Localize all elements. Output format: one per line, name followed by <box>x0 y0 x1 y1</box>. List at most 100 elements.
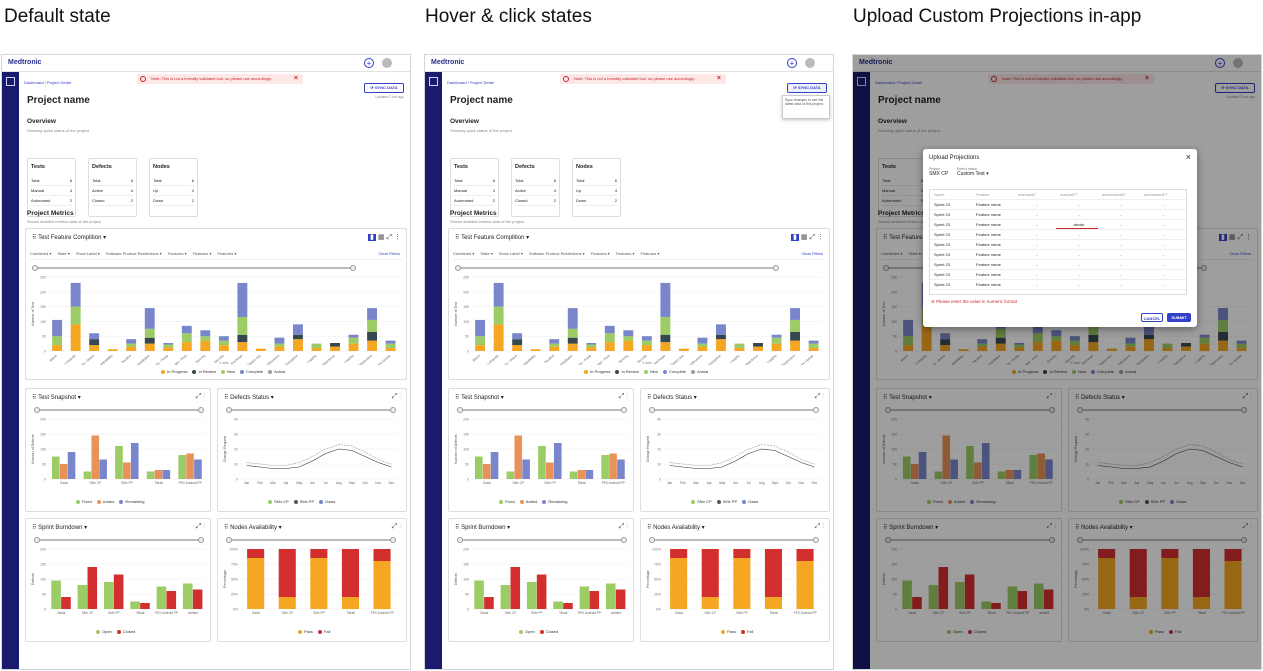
bar[interactable] <box>144 337 155 344</box>
bar[interactable] <box>181 342 192 351</box>
metric-select[interactable]: Select metric Custom Test ▾ <box>957 167 989 177</box>
filter-dropdown[interactable]: Show Label ▾ <box>499 251 523 256</box>
more-icon[interactable]: ⋮ <box>626 393 628 400</box>
panel-title[interactable]: ⠿ Defects Status ▾ <box>647 394 697 401</box>
bar[interactable] <box>70 282 81 307</box>
legend-item[interactable]: In Review <box>610 369 639 374</box>
dashboard-icon[interactable] <box>6 77 15 86</box>
bar[interactable] <box>255 348 266 351</box>
bar[interactable] <box>641 345 652 351</box>
legend-item[interactable]: In Progress <box>156 369 187 374</box>
bar[interactable] <box>348 343 359 351</box>
filter-dropdown[interactable]: Software Product Restrictions ▾ <box>106 251 162 256</box>
bar[interactable] <box>512 345 523 351</box>
bar[interactable] <box>200 340 211 351</box>
bar[interactable] <box>293 324 303 335</box>
bar[interactable] <box>530 349 541 351</box>
bar[interactable] <box>144 328 155 338</box>
breadcrumb[interactable]: Dashboard / Project Detail <box>447 80 494 85</box>
bar[interactable] <box>771 337 782 344</box>
close-icon[interactable]: × <box>1186 152 1191 162</box>
value-cell[interactable]: - <box>1014 240 1056 249</box>
bar-chart-icon[interactable]: ▮ <box>368 234 376 241</box>
bar[interactable] <box>553 443 562 479</box>
expand-icon[interactable]: ⤢ <box>196 393 202 400</box>
bar[interactable] <box>660 282 671 317</box>
slider-knob[interactable] <box>621 407 627 413</box>
slider-knob[interactable] <box>457 537 463 543</box>
bar[interactable] <box>311 343 322 349</box>
bar[interactable] <box>734 343 745 349</box>
bar[interactable] <box>247 558 265 609</box>
bar[interactable] <box>341 549 359 597</box>
value-cell[interactable]: - <box>1098 240 1140 249</box>
value-cell[interactable]: - <box>1140 240 1182 249</box>
legend-item[interactable]: Complete <box>658 369 686 374</box>
slider-knob[interactable] <box>773 265 779 271</box>
value-cell[interactable]: - <box>1140 230 1182 239</box>
bar[interactable] <box>144 308 155 329</box>
bar[interactable] <box>474 580 484 610</box>
more-icon[interactable]: ⋮ <box>203 523 205 530</box>
filter-dropdown[interactable]: Software Product Restrictions ▾ <box>529 251 585 256</box>
value-cell[interactable]: - <box>1098 250 1140 259</box>
slider-knob[interactable] <box>226 407 232 413</box>
legend-item[interactable]: New <box>216 369 235 374</box>
expand-icon[interactable]: ⤢ <box>386 234 392 241</box>
bar[interactable] <box>615 589 626 610</box>
legend-item[interactable]: Remaining <box>537 499 567 504</box>
bar[interactable] <box>330 343 340 347</box>
clear-filters-link[interactable]: Clear Filters <box>378 251 400 256</box>
expand-icon[interactable]: ⤢ <box>619 393 625 400</box>
bar[interactable] <box>130 601 140 610</box>
range-slider[interactable] <box>32 265 356 271</box>
bar[interactable] <box>70 306 81 325</box>
slider-knob[interactable] <box>813 407 819 413</box>
bar[interactable] <box>70 324 81 351</box>
legend-item[interactable]: Added <box>515 499 537 504</box>
legend-item[interactable]: SMx CP <box>686 499 712 504</box>
bar[interactable] <box>490 452 499 479</box>
bar[interactable] <box>218 340 229 346</box>
bar[interactable] <box>589 591 600 609</box>
value-cell[interactable]: - <box>1056 260 1098 269</box>
bar[interactable] <box>310 549 328 558</box>
bar[interactable] <box>609 453 617 480</box>
bar[interactable] <box>771 343 782 351</box>
bar[interactable] <box>586 347 597 351</box>
more-icon[interactable]: ⋮ <box>822 393 824 400</box>
legend-item[interactable]: In Review <box>187 369 216 374</box>
bar[interactable] <box>605 583 616 610</box>
bar[interactable] <box>218 336 229 341</box>
filter-dropdown[interactable]: Combined ▾ <box>30 251 51 256</box>
bar[interactable] <box>510 567 521 609</box>
panel-title[interactable]: ⠿ Defects Status ▾ <box>224 394 274 401</box>
bar[interactable] <box>790 308 801 320</box>
panel-title[interactable]: ⠿ Test Snapshot ▾ <box>32 394 81 401</box>
range-slider[interactable] <box>226 407 396 413</box>
range-slider[interactable] <box>649 407 819 413</box>
bar[interactable] <box>764 549 782 597</box>
bar[interactable] <box>373 561 391 609</box>
bar[interactable] <box>563 603 573 609</box>
more-icon[interactable]: ⋮ <box>399 393 401 400</box>
table-icon[interactable]: ▦ <box>378 234 385 241</box>
bar[interactable] <box>163 344 174 348</box>
user-icon[interactable] <box>805 58 815 68</box>
value-cell[interactable]: - <box>1014 270 1056 279</box>
project-select[interactable]: Project SMX CP <box>929 167 948 177</box>
bar[interactable] <box>181 333 192 343</box>
legend-item[interactable]: Fail <box>736 629 753 634</box>
value-cell[interactable]: - <box>1098 220 1140 229</box>
add-icon[interactable]: + <box>787 58 797 68</box>
bar[interactable] <box>348 334 359 338</box>
bar[interactable] <box>522 459 530 480</box>
legend-item[interactable]: In Progress <box>579 369 610 374</box>
bar[interactable] <box>107 349 118 351</box>
bar[interactable] <box>514 435 523 480</box>
bar[interactable] <box>475 345 486 351</box>
bar[interactable] <box>330 346 340 351</box>
filter-dropdown[interactable]: Features ▾ <box>616 251 635 256</box>
bar[interactable] <box>660 342 671 351</box>
bar[interactable] <box>808 343 819 349</box>
